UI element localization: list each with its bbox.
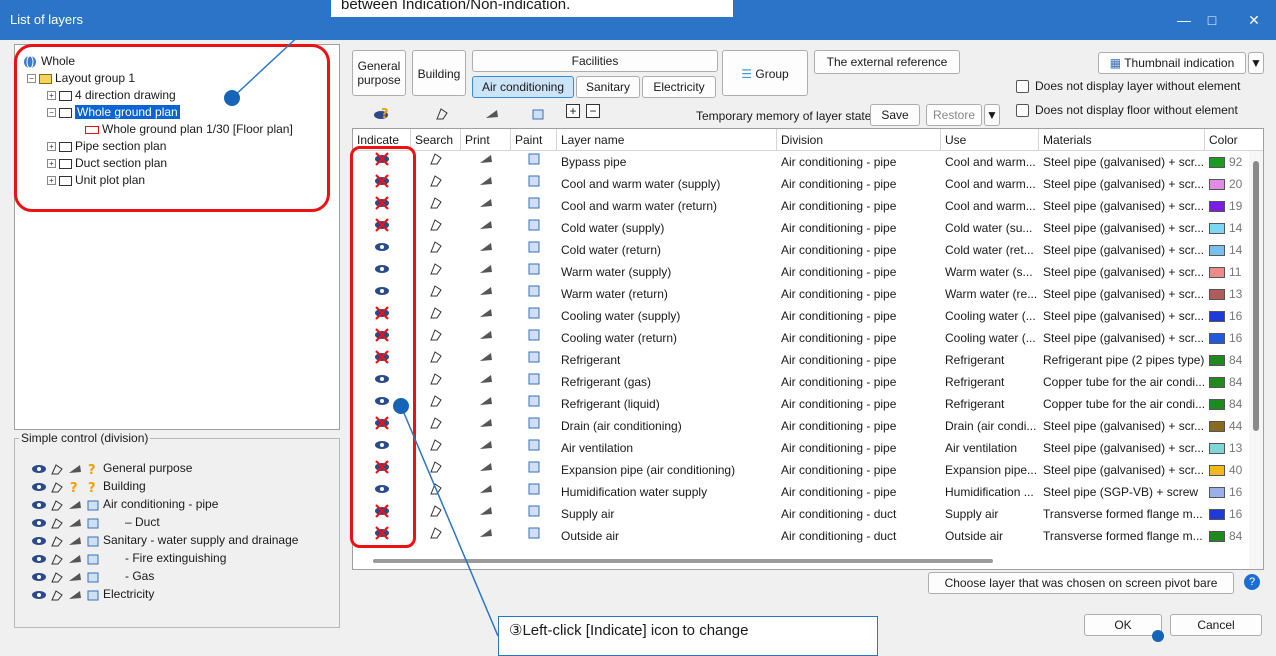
callout-dot xyxy=(1152,630,1164,642)
callout-lines xyxy=(231,17,499,637)
callout-dot xyxy=(224,90,240,106)
callout-dot xyxy=(393,398,409,414)
